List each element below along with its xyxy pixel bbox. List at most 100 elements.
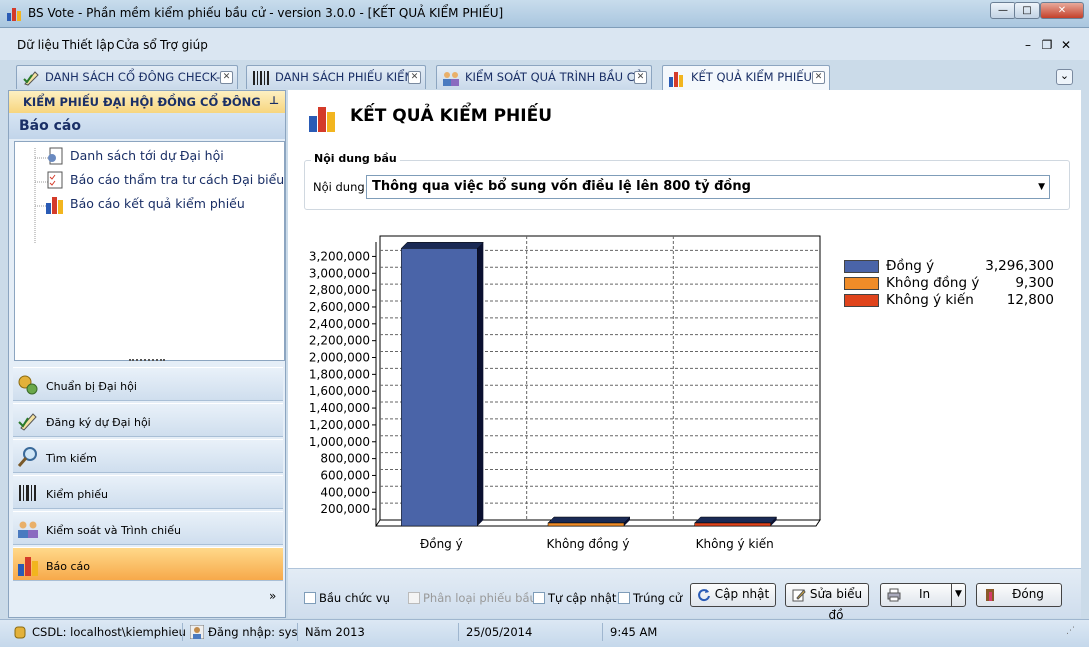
mdi-minimize-button[interactable]: – — [1021, 38, 1035, 52]
tab-checkin-list[interactable]: DANH SÁCH CỔ ĐÔNG CHECK-IN ✕ — [16, 65, 238, 89]
checkbox-label: Tự cập nhật — [548, 591, 617, 605]
close-tab-icon[interactable]: ✕ — [408, 71, 421, 84]
status-separator — [297, 623, 298, 641]
classify-ballot-checkbox: Phân loại phiếu bầu — [408, 591, 537, 605]
legend-entry: Đồng ý 3,296,300 — [844, 258, 1054, 275]
more-nav-button[interactable]: » — [269, 589, 276, 603]
edit-chart-button[interactable]: Sửa biểu đồ — [785, 583, 869, 622]
panel-header: KIỂM PHIẾU ĐẠI HỘI ĐỒNG CỔ ĐÔNG ⊥ — [9, 91, 285, 113]
tab-label: KIỂM SOÁT QUÁ TRÌNH BẦU CỬ — [465, 70, 645, 84]
close-tab-icon[interactable]: ✕ — [634, 71, 647, 84]
nav-label: Báo cáo — [46, 560, 91, 573]
tree-item-credential-report[interactable]: Báo cáo thẩm tra tư cách Đại biểu — [70, 172, 284, 187]
bar-chart-icon — [668, 69, 686, 87]
x-tick-label: Không ý kiến — [696, 537, 774, 551]
nav-label: Tìm kiếm — [46, 452, 97, 465]
nav-control-presentation[interactable]: Kiểm soát và Trình chiếu — [13, 511, 283, 545]
update-button[interactable]: Cập nhật — [690, 583, 776, 607]
bar — [401, 248, 478, 527]
bar-top — [694, 516, 778, 524]
button-label: Đóng — [1012, 587, 1044, 601]
panel-title: KIỂM PHIẾU ĐẠI HỘI ĐỒNG CỔ ĐÔNG — [23, 95, 261, 109]
mdi-restore-button[interactable]: ❐ — [1040, 38, 1054, 52]
close-tab-icon[interactable]: ✕ — [812, 71, 825, 84]
y-tick-label: 2,200,000 — [309, 334, 370, 348]
legend-swatch — [844, 294, 879, 307]
content-dropdown[interactable]: Thông qua việc bổ sung vốn điều lệ lên 8… — [366, 175, 1050, 199]
tab-overflow-button[interactable]: ⌄ — [1056, 69, 1073, 85]
edit-icon — [792, 588, 806, 602]
tree-item-attendance[interactable]: Danh sách tới dự Đại hội — [70, 148, 224, 163]
status-year: Năm 2013 — [305, 625, 365, 639]
bar-side — [477, 242, 484, 526]
pin-icon[interactable]: ⊥ — [269, 94, 279, 107]
page-title: KẾT QUẢ KIỂM PHIẾU — [350, 106, 553, 126]
bar-top — [400, 242, 484, 249]
nav-reports[interactable]: Báo cáo — [13, 547, 283, 581]
tab-vote-results[interactable]: KẾT QUẢ KIỂM PHIẾU ✕ — [662, 65, 830, 90]
position-vote-checkbox[interactable]: Bầu chức vụ — [304, 591, 390, 605]
nav-label: Đăng ký dự Đại hội — [46, 416, 151, 429]
legend-value: 3,296,300 — [985, 258, 1054, 274]
status-time: 9:45 AM — [610, 625, 658, 639]
legend-swatch — [844, 260, 879, 273]
tree-item-vote-result-report[interactable]: Báo cáo kết quả kiểm phiếu — [70, 196, 245, 211]
tab-label: KẾT QUẢ KIỂM PHIẾU — [691, 70, 812, 84]
action-bar: Bầu chức vụ Phân loại phiếu bầu Tự cập n… — [288, 568, 1081, 622]
tab-label: DANH SÁCH CỔ ĐÔNG CHECK-IN — [45, 70, 233, 84]
attendance-list-icon — [45, 146, 65, 166]
menu-data[interactable]: Dữ liệu — [17, 38, 59, 52]
minimize-button[interactable]: — — [990, 2, 1016, 19]
menu-window[interactable]: Cửa sổ — [116, 38, 157, 52]
print-dropdown-arrow[interactable]: ▼ — [951, 584, 965, 606]
y-tick-label: 1,400,000 — [309, 401, 370, 415]
tab-label: DANH SÁCH PHIẾU KIỂM — [275, 70, 415, 84]
y-tick-label: 1,600,000 — [309, 384, 370, 398]
menu-help[interactable]: Trợ giúp — [160, 38, 208, 52]
status-date: 25/05/2014 — [466, 625, 533, 639]
bar — [547, 522, 625, 527]
status-database: CSDL: localhost\kiemphieu — [32, 625, 186, 639]
nav-register-meeting[interactable]: Đăng ký dự Đại hội — [13, 403, 283, 437]
bar-chart-icon — [308, 104, 336, 132]
report-tree: Danh sách tới dự Đại hội Báo cáo thẩm tr… — [14, 141, 285, 361]
resize-grip-icon[interactable]: ⋰ — [1066, 626, 1075, 636]
groupbox-label: Nội dung bầu — [311, 152, 400, 165]
nav-prepare-meeting[interactable]: Chuẩn bị Đại hội — [13, 367, 283, 401]
bar-chart-icon — [45, 194, 65, 214]
elected-checkbox[interactable]: Trúng cử — [618, 591, 682, 605]
menu-bar: Dữ liệu Thiết lập Cửa sổ Trợ giúp – ❐ ✕ — [0, 28, 1089, 60]
checkbox-label: Phân loại phiếu bầu — [423, 591, 537, 605]
close-window-button[interactable]: ✕ — [1040, 2, 1084, 19]
gears-icon — [17, 374, 39, 396]
button-label: In — [919, 587, 931, 601]
x-tick-label: Đồng ý — [420, 537, 463, 551]
checkbox-label: Bầu chức vụ — [319, 591, 390, 605]
tab-election-control[interactable]: KIỂM SOÁT QUÁ TRÌNH BẦU CỬ ✕ — [436, 65, 652, 89]
document-tab-bar: DANH SÁCH CỔ ĐÔNG CHECK-IN ✕ DANH SÁCH P… — [0, 60, 1089, 90]
tab-ballot-list[interactable]: DANH SÁCH PHIẾU KIỂM ✕ — [246, 65, 426, 89]
content-selected-value: Thông qua việc bổ sung vốn điều lệ lên 8… — [372, 179, 751, 194]
window-title-bar: BS Vote - Phần mềm kiểm phiếu bầu cử - v… — [0, 0, 1089, 28]
nav-search[interactable]: Tìm kiếm — [13, 439, 283, 473]
menu-settings[interactable]: Thiết lập — [62, 38, 114, 52]
auto-update-checkbox[interactable]: Tự cập nhật — [533, 591, 616, 605]
legend-label: Đồng ý — [886, 258, 935, 274]
legend-value: 12,800 — [1006, 292, 1054, 308]
chart-legend: Đồng ý 3,296,300 Không đồng ý 9,300 Không ý … — [844, 258, 1054, 318]
y-tick-label: 1,800,000 — [309, 367, 370, 381]
bar-chart-icon — [17, 554, 39, 576]
nav-label: Kiểm soát và Trình chiếu — [46, 524, 181, 537]
print-button[interactable]: In ▼ — [880, 583, 966, 607]
mdi-close-button[interactable]: ✕ — [1059, 38, 1073, 52]
maximize-button[interactable]: □ — [1014, 2, 1040, 19]
content-groupbox: Nội dung bầu Nội dung: Thông qua việc bổ… — [304, 152, 1070, 210]
y-tick-label: 800,000 — [320, 452, 370, 466]
dropdown-arrow-icon[interactable]: ▼ — [1038, 182, 1045, 192]
panel-splitter[interactable] — [129, 359, 165, 363]
nav-vote-count[interactable]: Kiểm phiếu — [13, 475, 283, 509]
close-button[interactable]: Đóng — [976, 583, 1062, 607]
y-tick-label: 1,200,000 — [309, 418, 370, 432]
y-tick-label: 1,000,000 — [309, 435, 370, 449]
close-tab-icon[interactable]: ✕ — [220, 71, 233, 84]
